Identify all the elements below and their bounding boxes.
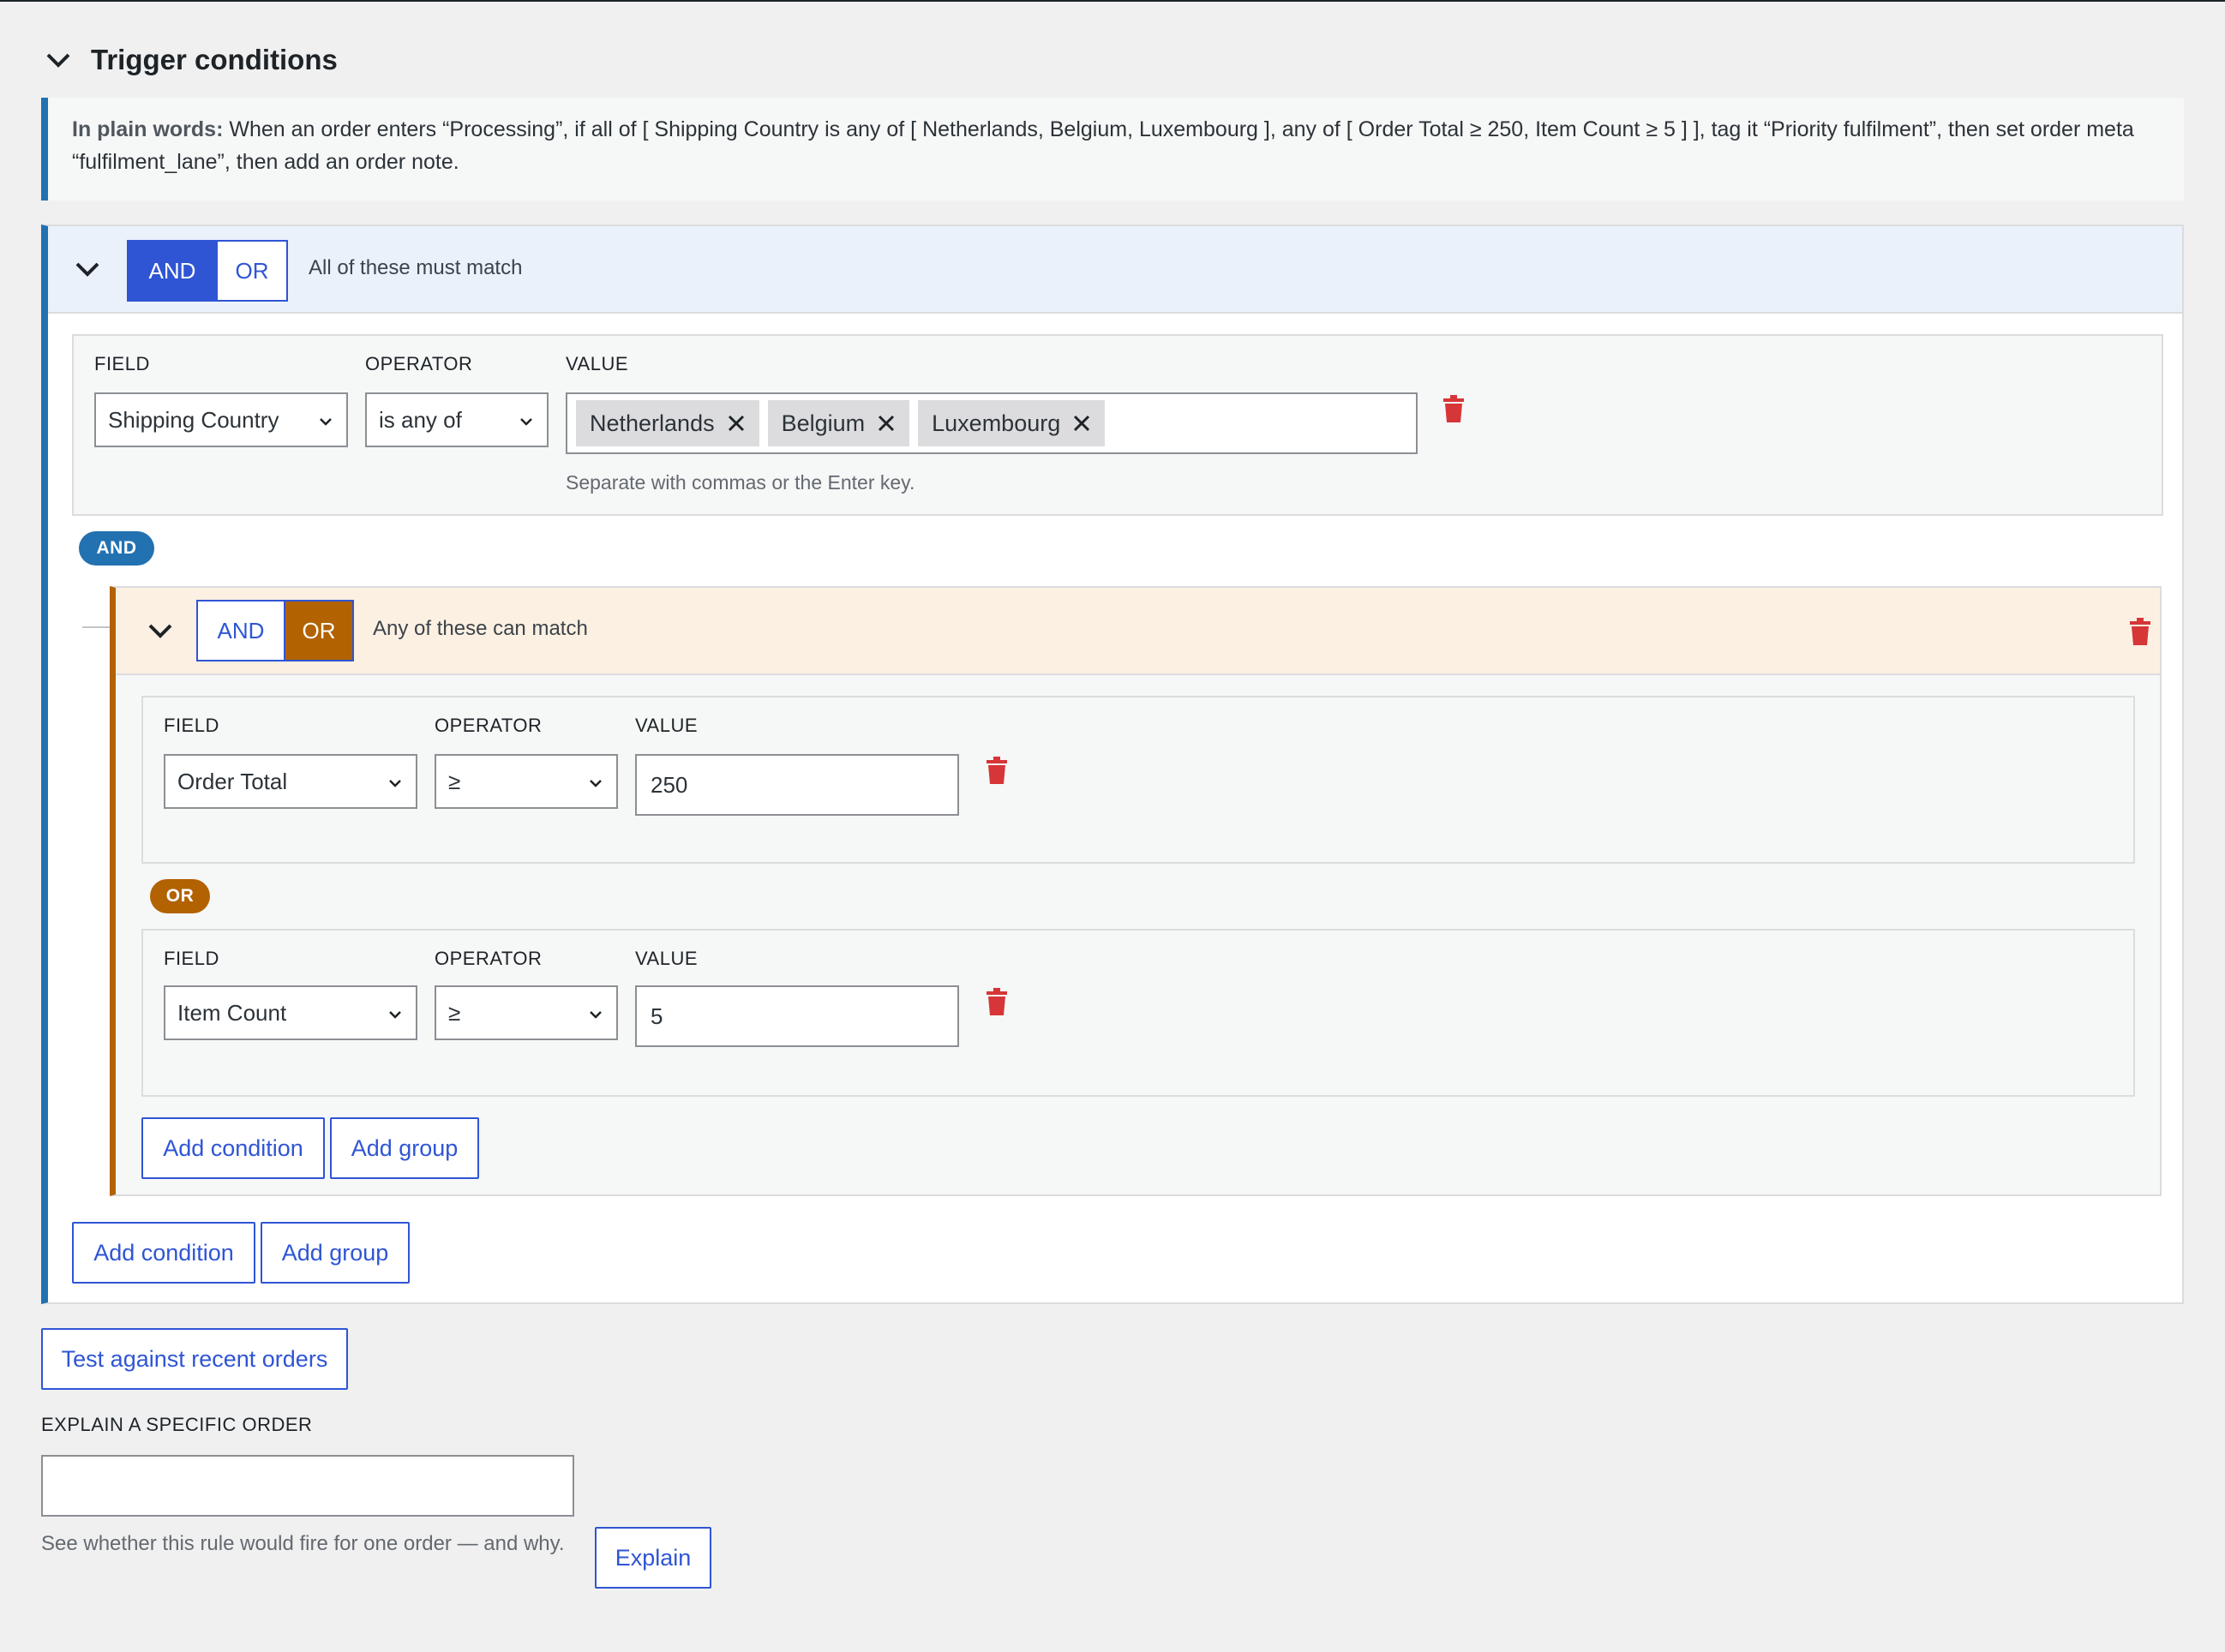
explain-order-input[interactable] [41,1455,574,1517]
section-title: Trigger conditions [91,44,338,75]
nested-group-header: AND OR Any of these can match [116,588,2160,675]
value-input[interactable]: 250 [635,754,959,816]
operator-select[interactable]: ≥ [435,754,618,809]
test-recent-orders-button[interactable]: Test against recent orders [41,1328,348,1390]
root-add-group-button[interactable]: Add group [261,1222,410,1284]
chevron-down-icon[interactable] [41,43,75,77]
root-condition-group: AND OR All of these must match FIELD OPE… [41,224,2184,1304]
section-header[interactable]: Trigger conditions [41,34,338,86]
value-label: VALUE [635,948,699,969]
explain-order-label: EXPLAIN A SPECIFIC ORDER [41,1414,313,1435]
trash-icon[interactable] [985,987,1009,1016]
chevron-down-icon [590,780,602,787]
operator-select[interactable]: ≥ [435,985,618,1040]
condition-row: FIELD OPERATOR VALUE Item Count ≥ 5 [141,929,2135,1097]
root-and-button[interactable]: AND [129,242,216,300]
chevron-down-icon [389,1011,401,1019]
field-select[interactable]: Shipping Country [94,392,348,447]
field-label: FIELD [164,948,219,969]
root-add-condition-button[interactable]: Add condition [72,1222,255,1284]
operator-select-value: is any of [379,406,462,433]
condition-row: FIELD OPERATOR VALUE Shipping Country is… [72,334,2163,516]
value-help-text: Separate with commas or the Enter key. [566,471,915,494]
trash-icon[interactable] [2128,617,2152,646]
value-input-text: 250 [651,771,688,798]
value-token: Belgium [767,400,910,446]
field-label: FIELD [164,715,219,736]
chevron-down-icon [320,418,332,426]
chevron-down-icon [520,418,532,426]
operator-select-value: ≥ [448,999,461,1026]
value-label: VALUE [566,353,629,374]
condition-row: FIELD OPERATOR VALUE Order Total ≥ 250 [141,696,2135,864]
nested-and-button[interactable]: AND [198,602,284,660]
operator-label: OPERATOR [365,353,473,374]
value-input-text: 5 [651,1003,663,1029]
close-icon[interactable] [1072,414,1091,433]
field-select-value: Item Count [177,999,287,1026]
plain-words-notice: In plain words: When an order enters “Pr… [41,98,2184,201]
chevron-down-icon[interactable] [141,612,179,649]
value-input[interactable]: 5 [635,985,959,1047]
nested-logic-toggle: AND OR [196,600,354,661]
nested-group-description: Any of these can match [373,617,588,640]
field-select-value: Order Total [177,768,288,794]
explain-help-text: See whether this rule would fire for one… [41,1532,565,1555]
close-icon[interactable] [727,414,746,433]
operator-select[interactable]: is any of [365,392,549,447]
field-label: FIELD [94,353,150,374]
or-joiner-badge: OR [150,879,210,913]
nested-add-condition-button[interactable]: Add condition [141,1117,325,1179]
value-token: Luxembourg [918,400,1106,446]
explain-button[interactable]: Explain [595,1527,711,1589]
root-logic-toggle: AND OR [127,240,288,302]
token-label: Luxembourg [932,410,1061,436]
field-select[interactable]: Order Total [164,754,417,809]
group-connector-line [82,626,111,628]
close-icon[interactable] [877,414,896,433]
token-label: Netherlands [590,410,715,436]
field-select[interactable]: Item Count [164,985,417,1040]
root-or-button[interactable]: OR [216,242,286,300]
root-group-description: All of these must match [309,256,523,279]
chevron-down-icon [590,1011,602,1019]
operator-label: OPERATOR [435,715,543,736]
operator-select-value: ≥ [448,768,461,794]
nested-or-button[interactable]: OR [284,602,352,660]
nested-condition-group: AND OR Any of these can match FIELD OPER… [110,586,2162,1196]
trash-icon[interactable] [985,756,1009,785]
token-label: Belgium [781,410,866,436]
trash-icon[interactable] [1442,394,1466,423]
chevron-down-icon [389,780,401,787]
root-group-header: AND OR All of these must match [48,226,2182,314]
nested-add-group-button[interactable]: Add group [330,1117,479,1179]
notice-prefix: In plain words: [72,117,224,141]
notice-text: When an order enters “Processing”, if al… [72,117,2134,174]
value-token-input[interactable]: Netherlands Belgium Luxembourg [566,392,1418,454]
and-joiner-badge: AND [79,531,154,566]
value-token: Netherlands [576,400,759,446]
chevron-down-icon[interactable] [69,250,106,288]
operator-label: OPERATOR [435,948,543,969]
field-select-value: Shipping Country [108,406,279,433]
value-label: VALUE [635,715,699,736]
